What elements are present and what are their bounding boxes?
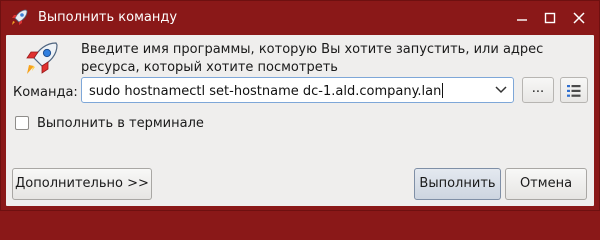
run-in-terminal-checkbox[interactable] [15, 116, 29, 130]
command-input[interactable]: sudo hostnamectl set-hostname dc-1.ald.c… [89, 83, 444, 99]
chevron-down-icon[interactable] [495, 85, 507, 95]
command-label: Команда: [13, 85, 78, 100]
title-bar[interactable]: Выполнить команду [1, 1, 599, 35]
maximize-icon[interactable] [541, 9, 559, 27]
description-text: Введите имя программы, которую Вы хотите… [81, 41, 581, 77]
cancel-button[interactable]: Отмена [505, 168, 587, 200]
close-icon[interactable] [570, 9, 588, 27]
run-button[interactable]: Выполнить [414, 168, 501, 200]
dialog-body: Введите имя программы, которую Вы хотите… [6, 35, 594, 206]
description-line-1: Введите имя программы, которую Вы хотите… [81, 42, 544, 57]
run-command-dialog: Выполнить команду Введите имя программы,… [0, 0, 600, 211]
command-value: sudo hostnamectl set-hostname dc-1.ald.c… [89, 84, 442, 99]
run-in-terminal-label[interactable]: Выполнить в терминале [37, 116, 204, 131]
rocket-icon [26, 42, 58, 74]
minimize-icon[interactable] [513, 9, 531, 27]
text-cursor [442, 83, 444, 98]
rocket-app-icon [12, 9, 28, 25]
advanced-button[interactable]: Дополнительно >> [12, 168, 152, 200]
history-list-button[interactable] [560, 77, 588, 103]
description-line-2: ресурса, который хотите посмотреть [81, 60, 338, 75]
list-icon [567, 85, 581, 97]
browse-button[interactable]: ... [522, 77, 554, 103]
window-title: Выполнить команду [38, 10, 178, 25]
command-combobox[interactable]: sudo hostnamectl set-hostname dc-1.ald.c… [81, 77, 514, 103]
